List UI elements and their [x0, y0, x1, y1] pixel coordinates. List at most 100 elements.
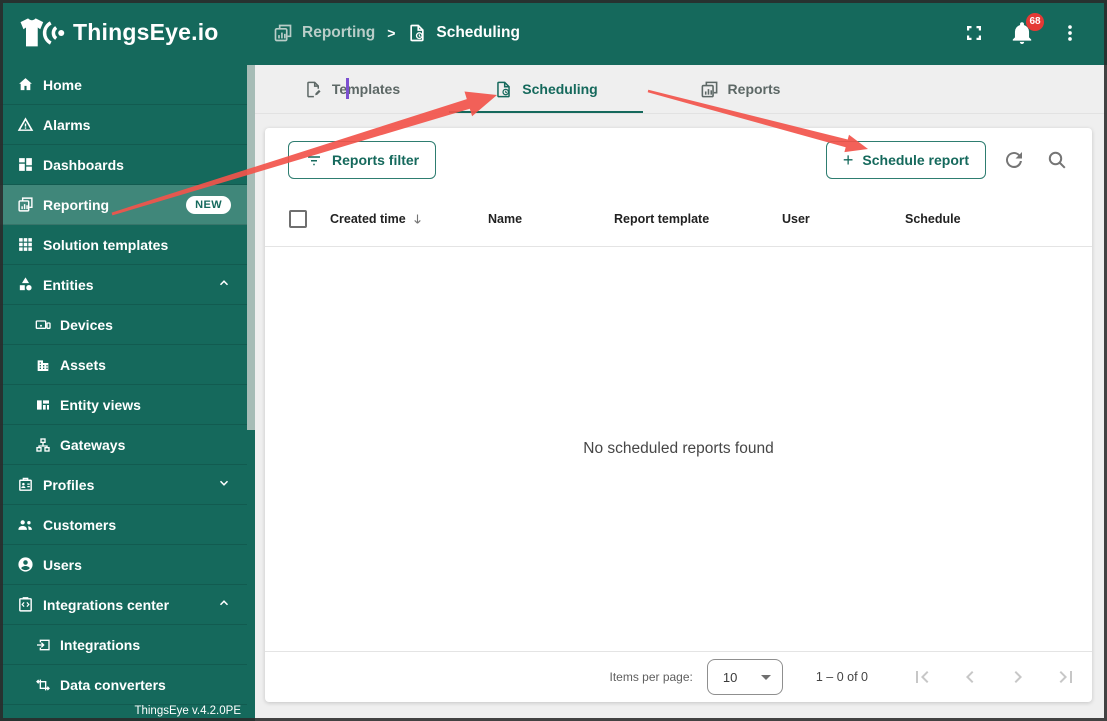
- entity-views-icon: [37, 399, 49, 410]
- reports-filter-label: Reports filter: [332, 152, 420, 168]
- select-all-checkbox[interactable]: [289, 210, 307, 228]
- templates-icon: [307, 81, 321, 97]
- pagination-range-label: 1 – 0 of 0: [815, 670, 868, 684]
- column-header-report-template[interactable]: Report template: [614, 212, 782, 226]
- chevron-right-icon: [1014, 671, 1022, 683]
- sidebar-item-home[interactable]: Home: [0, 65, 247, 105]
- sidebar-item-label: Profiles: [43, 476, 95, 493]
- previous-page-button[interactable]: [958, 665, 982, 689]
- main-content: Templates Scheduling Reports Reports fil…: [255, 65, 1107, 721]
- tab-scheduling[interactable]: Scheduling: [449, 65, 643, 113]
- sidebar-item-alarms[interactable]: Alarms: [0, 105, 247, 145]
- integrations-input-icon: [37, 639, 50, 650]
- column-header-user[interactable]: User: [782, 212, 905, 226]
- sidebar-item-label: Data converters: [60, 676, 166, 693]
- sidebar-item-profiles[interactable]: Profiles: [0, 465, 247, 505]
- breadcrumb-scheduling: Scheduling: [407, 23, 520, 43]
- entities-icon: [19, 277, 32, 291]
- first-page-button[interactable]: [910, 665, 934, 689]
- sidebar-scrollbar: [247, 65, 255, 721]
- sidebar-item-devices[interactable]: Devices: [0, 305, 247, 345]
- next-page-button[interactable]: [1006, 665, 1030, 689]
- last-page-button[interactable]: [1054, 665, 1078, 689]
- search-button[interactable]: [1042, 145, 1072, 175]
- reports-icon: [701, 81, 717, 97]
- sidebar-item-assets[interactable]: Assets: [0, 345, 247, 385]
- sort-desc-icon: [414, 214, 421, 224]
- sidebar-item-customers[interactable]: Customers: [0, 505, 247, 545]
- fullscreen-button[interactable]: [961, 20, 987, 46]
- reporting-breadcrumb-icon: [274, 24, 292, 41]
- dashboards-icon: [19, 158, 32, 171]
- app-version-label: ThingsEye v.4.2.0PE: [134, 705, 241, 717]
- sidebar-item-solution-templates[interactable]: Solution templates: [0, 225, 247, 265]
- plus-icon: +: [842, 150, 854, 170]
- scheduling-icon: [497, 81, 511, 97]
- sidebar-item-label: Integrations center: [43, 596, 170, 613]
- sidebar-item-label: Devices: [60, 316, 113, 333]
- user-circle-icon: [18, 557, 33, 572]
- column-header-name[interactable]: Name: [488, 212, 614, 226]
- sidebar-scrollbar-thumb[interactable]: [247, 65, 255, 430]
- new-badge: NEW: [186, 195, 231, 214]
- top-header-bar: ThingsEye.io Reporting > Scheduling 68: [0, 0, 1107, 65]
- search-icon: [1048, 151, 1066, 169]
- refresh-button[interactable]: [999, 145, 1029, 175]
- sidebar-item-label: Reporting: [43, 196, 110, 213]
- column-label: User: [782, 212, 810, 226]
- scheduled-reports-card: Reports filter + Schedule report Created…: [265, 128, 1092, 702]
- sidebar-item-reporting[interactable]: Reporting NEW: [0, 185, 247, 225]
- sidebar-item-label: Integrations: [60, 636, 141, 653]
- devices-icon: [35, 319, 51, 329]
- reports-filter-button[interactable]: Reports filter: [288, 141, 437, 179]
- table-header-row: Created time Name Report template User S…: [265, 192, 1092, 247]
- notifications-button[interactable]: 68: [1009, 12, 1044, 46]
- sidebar-item-gateways[interactable]: Gateways: [0, 425, 247, 465]
- breadcrumb-parent-label: Reporting: [302, 23, 376, 41]
- sidebar-item-dashboards[interactable]: Dashboards: [0, 145, 247, 185]
- chevron-up-icon: [217, 276, 231, 293]
- column-header-schedule[interactable]: Schedule: [905, 212, 1072, 226]
- sidebar-item-data-converters[interactable]: Data converters: [0, 665, 247, 705]
- more-vert-icon: [1068, 24, 1072, 41]
- first-page-icon: [916, 671, 929, 683]
- chevron-down-icon: [217, 476, 231, 493]
- column-label: Report template: [614, 212, 710, 226]
- sidebar-item-users[interactable]: Users: [0, 545, 247, 585]
- sidebar-item-entities[interactable]: Entities: [0, 265, 247, 305]
- app-logo[interactable]: ThingsEye.io: [0, 13, 243, 53]
- tab-reports[interactable]: Reports: [643, 65, 837, 113]
- sidebar-item-label: Entity views: [60, 396, 141, 413]
- sidebar-item-entity-views[interactable]: Entity views: [0, 385, 247, 425]
- breadcrumb-reporting[interactable]: Reporting: [273, 23, 375, 43]
- filter-icon: [308, 156, 320, 166]
- page-size-value: 10: [722, 669, 738, 685]
- integrations-center-icon: [19, 597, 32, 612]
- scheduling-breadcrumb-icon: [410, 24, 425, 41]
- column-header-created-time[interactable]: Created time: [330, 212, 488, 227]
- schedule-report-button[interactable]: + Schedule report: [825, 141, 986, 179]
- page-size-select[interactable]: 10: [706, 659, 783, 695]
- profiles-badge-icon: [19, 477, 32, 491]
- items-per-page-label: Items per page:: [609, 670, 693, 684]
- column-label: Name: [488, 212, 523, 226]
- sidebar-item-label: Dashboards: [43, 156, 124, 173]
- sidebar-item-label: Solution templates: [43, 236, 169, 253]
- sidebar-nav: Home Alarms Dashboards Reporting NEW Sol…: [0, 65, 247, 721]
- more-menu-button[interactable]: [1057, 20, 1083, 46]
- notification-count-badge: 68: [1026, 12, 1044, 31]
- sidebar-item-integrations[interactable]: Integrations: [0, 625, 247, 665]
- home-icon: [19, 78, 32, 91]
- logo-text: ThingsEye.io: [73, 19, 219, 45]
- text-cursor: [346, 78, 349, 99]
- sidebar-item-label: Assets: [60, 356, 106, 373]
- fullscreen-icon: [967, 25, 981, 40]
- customers-icon: [18, 520, 32, 530]
- toolbar-right-group: + Schedule report: [825, 141, 1072, 179]
- tab-label: Scheduling: [522, 81, 598, 97]
- apps-grid-icon: [19, 238, 32, 251]
- breadcrumb-current-label: Scheduling: [436, 23, 520, 41]
- schedule-report-label: Schedule report: [862, 152, 969, 168]
- tab-templates[interactable]: Templates: [255, 65, 449, 113]
- sidebar-item-integrations-center[interactable]: Integrations center: [0, 585, 247, 625]
